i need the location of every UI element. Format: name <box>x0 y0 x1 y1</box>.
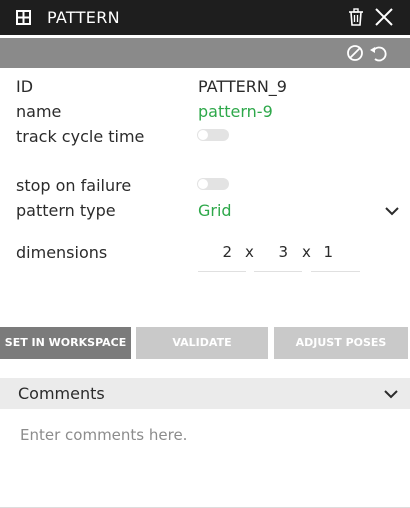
comments-header[interactable]: Comments <box>0 378 410 409</box>
id-value: PATTERN_9 <box>198 77 287 96</box>
stop-on-failure-label: stop on failure <box>16 176 132 195</box>
panel-titlebar: PATTERN <box>0 0 410 35</box>
trash-icon[interactable] <box>348 8 364 26</box>
dimension-z-field[interactable]: 1 <box>311 243 360 272</box>
name-label: name <box>16 102 62 121</box>
validate-button[interactable]: VALIDATE <box>136 327 268 359</box>
dimension-separator: x <box>302 243 311 261</box>
pattern-type-select[interactable]: Grid <box>198 201 232 220</box>
panel-toolbar <box>0 38 410 68</box>
toggle-knob <box>198 130 208 140</box>
id-label: ID <box>16 77 34 96</box>
adjust-poses-button[interactable]: ADJUST POSES <box>274 327 408 359</box>
name-value[interactable]: pattern-9 <box>198 102 273 121</box>
dimensions-label: dimensions <box>16 243 108 262</box>
dimension-x-field[interactable]: 2 <box>198 243 246 272</box>
comments-title: Comments <box>18 384 105 403</box>
track-cycle-time-label: track cycle time <box>16 127 145 146</box>
close-icon[interactable] <box>374 7 394 27</box>
chevron-down-icon[interactable] <box>384 389 398 399</box>
set-in-workspace-button[interactable]: SET IN WORKSPACE <box>0 327 131 359</box>
ban-icon[interactable] <box>346 44 364 62</box>
panel-title: PATTERN <box>47 8 120 27</box>
track-cycle-time-toggle[interactable] <box>197 129 229 141</box>
dimension-separator: x <box>245 243 254 261</box>
dimension-y-field[interactable]: 3 <box>254 243 302 272</box>
grid-icon <box>16 10 31 25</box>
chevron-down-icon[interactable] <box>385 206 399 216</box>
toggle-knob <box>198 179 208 189</box>
comments-input[interactable]: Enter comments here. <box>20 426 187 444</box>
undo-icon[interactable] <box>369 44 389 62</box>
pattern-type-label: pattern type <box>16 201 116 220</box>
stop-on-failure-toggle[interactable] <box>197 178 229 190</box>
